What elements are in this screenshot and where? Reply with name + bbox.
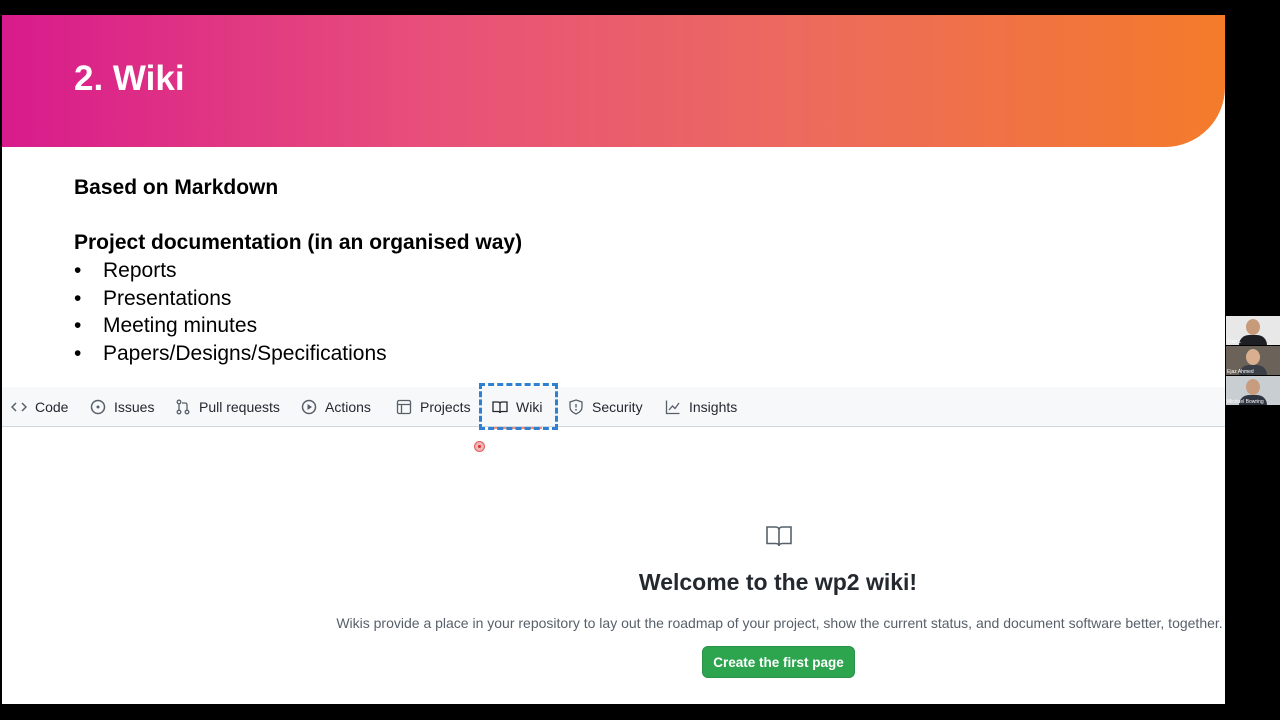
tab-label: Code [35,399,69,415]
tab-label: Issues [114,399,155,415]
tab-label: Insights [689,399,738,415]
participant-tile[interactable]: Tran L [1226,316,1280,345]
participant-name: Michael Bowring [1227,399,1264,405]
wiki-description: Wikis provide a place in your repository… [336,615,1223,631]
shield-icon [569,399,583,415]
tab-security[interactable]: Security [568,387,643,427]
list-item: • Presentations [74,286,232,310]
slide-title: 2. Wiki [74,59,185,98]
wiki-welcome-heading: Welcome to the wp2 wiki! [638,569,918,595]
graph-icon [665,400,680,415]
tab-code[interactable]: Code [11,387,68,427]
table-icon [396,399,412,415]
list-item: • Reports [74,259,177,282]
wiki-tab-highlight [479,383,558,430]
issue-icon [90,399,106,415]
tab-issues[interactable]: Issues [90,387,154,427]
list-item: • Papers/Designs/Specifications [74,341,387,365]
bullet-list: • Reports • Presentations • Meeting minutes… [74,257,574,367]
create-first-page-button[interactable]: Create the first page [702,646,855,678]
tab-insights[interactable]: Insights [665,387,737,427]
tab-pull-requests[interactable]: Pull requests [175,387,280,427]
tab-label: Security [592,399,643,415]
pointer-indicator [474,441,485,452]
heading-documentation: Project documentation (in an organised w… [74,231,523,254]
tab-label: Pull requests [199,399,280,415]
tab-label: Actions [325,399,371,415]
participant-name: Ejaz Ahmed [1227,369,1254,375]
title-banner: 2. Wiki [2,15,1225,147]
presentation-slide: 2. Wiki Based on Markdown Project docume… [2,15,1225,704]
video-participants: Tran L Ejaz Ahmed Michael Bowring [1226,316,1280,406]
participant-name: Tran L [1227,339,1242,345]
play-icon [301,399,317,415]
tab-actions[interactable]: Actions [301,387,371,427]
participant-tile[interactable]: Ejaz Ahmed [1226,346,1280,375]
repo-nav-tabs: Code Issues Pull requests Actions Projec… [2,387,1225,429]
tab-projects[interactable]: Projects [396,387,471,427]
slide-content: Based on Markdown Project documentation … [74,175,522,365]
avatar [1246,379,1260,395]
participant-tile[interactable]: Michael Bowring [1226,376,1280,405]
book-icon [766,526,792,547]
list-item: • Meeting minutes [74,314,258,337]
pull-request-icon [176,399,190,415]
code-icon [11,402,27,412]
tab-label: Projects [420,399,471,415]
avatar [1246,349,1260,365]
heading-markdown: Based on Markdown [74,176,279,199]
avatar [1246,319,1260,335]
